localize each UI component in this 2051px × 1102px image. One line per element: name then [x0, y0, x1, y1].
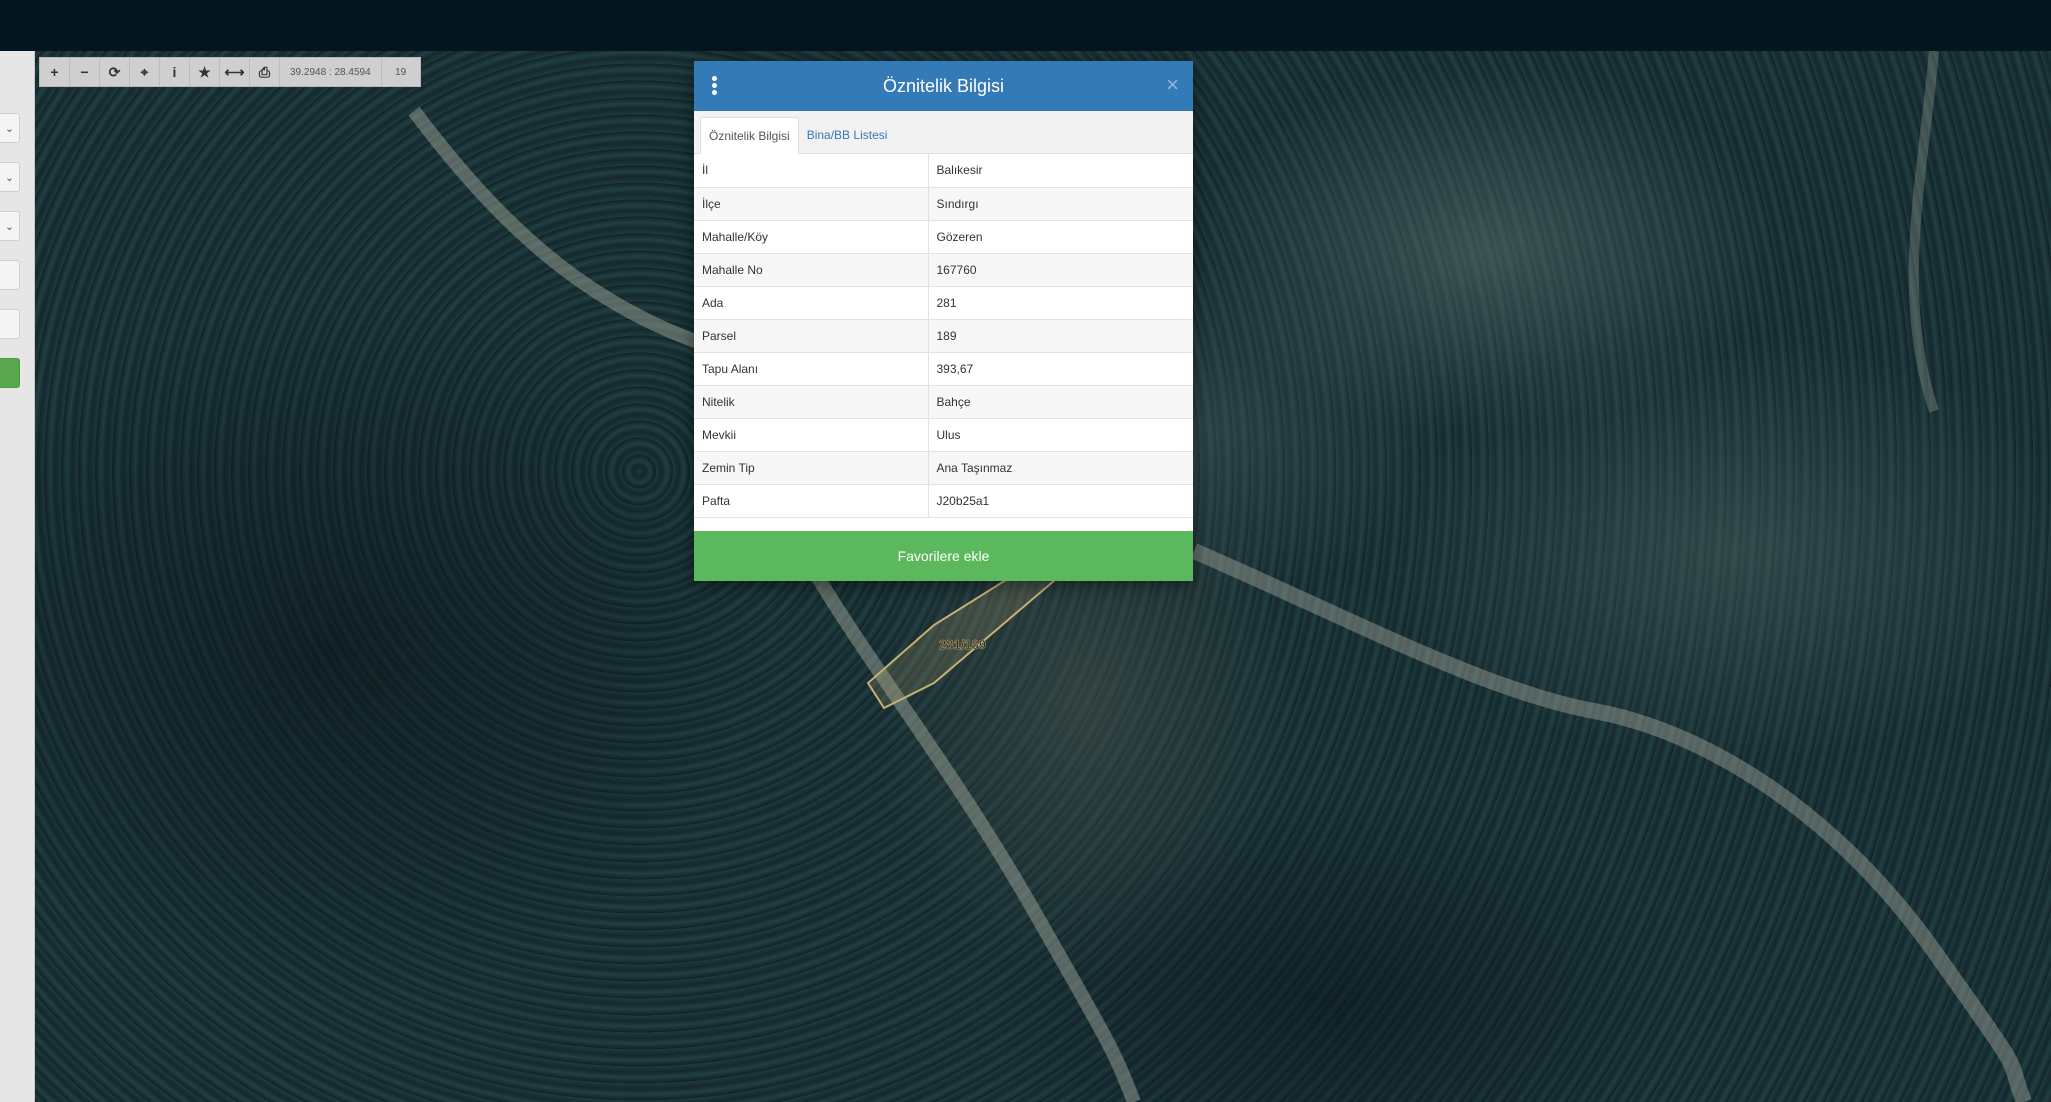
sidebar-input-1[interactable] — [0, 260, 20, 290]
attr-key: Mahalle No — [694, 253, 929, 287]
attr-key: Tapu Alanı — [694, 352, 929, 386]
zoom-level: 19 — [395, 66, 407, 78]
coordinate-readout: 39.2948 : 28.4594 — [280, 58, 382, 86]
attr-key: Pafta — [694, 484, 929, 518]
table-row: Parsel 189 — [694, 319, 1193, 353]
table-row: Nitelik Bahçe — [694, 385, 1193, 419]
attr-key: Mevkii — [694, 418, 929, 452]
sidebar-dropdown-2[interactable]: ⌄ — [0, 162, 20, 192]
table-row: Mahalle/Köy Gözeren — [694, 220, 1193, 254]
zoom-out-icon[interactable]: − — [70, 58, 100, 86]
attr-key: Mahalle/Köy — [694, 220, 929, 254]
map-toolbar: + − ⟳ ⌖ i ★ ⟷ ⎙ 39.2948 : 28.4594 19 — [39, 57, 421, 87]
attr-value: Balıkesir — [928, 154, 1193, 188]
tab-attribute-info[interactable]: Öznitelik Bilgisi — [700, 117, 799, 154]
sidebar-dropdown-1[interactable]: ⌄ — [0, 113, 20, 143]
parcel-label: 281/189 — [939, 637, 986, 652]
attr-key: Nitelik — [694, 385, 929, 419]
attr-value: Ulus — [928, 418, 1193, 452]
zoom-in-icon[interactable]: + — [40, 58, 70, 86]
add-to-favorites-button[interactable]: Favorilere ekle — [694, 531, 1193, 581]
attr-key: Parsel — [694, 319, 929, 353]
chevron-down-icon: ⌄ — [4, 220, 15, 233]
attribute-table: İl Balıkesir İlçe Sındırgı Mahalle/Köy Göze… — [694, 154, 1193, 518]
attr-key: Zemin Tip — [694, 451, 929, 485]
top-navbar — [0, 0, 2051, 51]
table-row: İl Balıkesir — [694, 154, 1193, 188]
attr-key: İlçe — [694, 187, 929, 221]
attr-value: Gözeren — [928, 220, 1193, 254]
table-row: Mahalle No 167760 — [694, 253, 1193, 287]
table-row: Zemin Tip Ana Taşınmaz — [694, 451, 1193, 485]
attr-value: J20b25a1 — [928, 484, 1193, 518]
attr-key: Ada — [694, 286, 929, 320]
table-row: Ada 281 — [694, 286, 1193, 320]
table-row: Pafta J20b25a1 — [694, 484, 1193, 518]
sidebar-query-button[interactable] — [0, 358, 20, 388]
sidebar-dropdown-3[interactable]: ⌄ — [0, 211, 20, 241]
tab-building-list[interactable]: Bina/BB Listesi — [799, 117, 896, 153]
table-row: Mevkii Ulus — [694, 418, 1193, 452]
attr-value: Sındırgı — [928, 187, 1193, 221]
attr-value: 167760 — [928, 253, 1193, 287]
attr-key: İl — [694, 154, 929, 188]
print-icon[interactable]: ⎙ — [250, 58, 280, 86]
attr-value: 281 — [928, 286, 1193, 320]
chevron-down-icon: ⌄ — [4, 171, 15, 184]
dialog-tabs: Öznitelik Bilgisi Bina/BB Listesi — [694, 111, 1193, 154]
dialog-title: Öznitelik Bilgisi — [882, 75, 1005, 96]
table-row: Tapu Alanı 393,67 — [694, 352, 1193, 386]
info-icon[interactable]: i — [160, 58, 190, 86]
close-icon[interactable]: × — [1166, 74, 1179, 96]
kebab-menu-icon[interactable] — [712, 76, 718, 96]
chevron-down-icon: ⌄ — [4, 122, 15, 135]
locate-icon[interactable]: ⌖ — [130, 58, 160, 86]
refresh-icon[interactable]: ⟳ — [100, 58, 130, 86]
attr-value: 393,67 — [928, 352, 1193, 386]
attr-value: 189 — [928, 319, 1193, 353]
left-sidebar: ⌄ ⌄ ⌄ — [0, 51, 35, 1102]
attribute-dialog: Öznitelik Bilgisi × Öznitelik Bilgisi Bi… — [694, 61, 1193, 581]
star-icon[interactable]: ★ — [190, 58, 220, 86]
dialog-header: Öznitelik Bilgisi × — [694, 61, 1193, 111]
sidebar-input-2[interactable] — [0, 309, 20, 339]
measure-icon[interactable]: ⟷ — [220, 58, 250, 86]
attr-value: Bahçe — [928, 385, 1193, 419]
table-row: İlçe Sındırgı — [694, 187, 1193, 221]
attr-value: Ana Taşınmaz — [928, 451, 1193, 485]
